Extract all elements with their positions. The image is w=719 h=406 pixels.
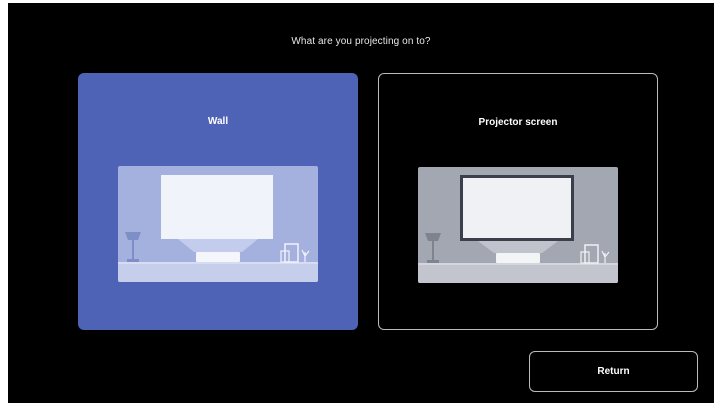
projector-screen-option-card[interactable]: Projector screen xyxy=(378,73,658,330)
return-button[interactable]: Return xyxy=(529,351,698,392)
projection-surface-screen: What are you projecting on to? Wall Proj… xyxy=(8,3,714,403)
dialog-prompt: What are you projecting on to? xyxy=(291,36,431,47)
projector-screen-illustration xyxy=(418,167,618,283)
projector-screen-option-label: Projector screen xyxy=(478,117,558,128)
wall-projection-illustration xyxy=(118,166,318,282)
wall-option-label: Wall xyxy=(207,116,229,127)
wall-option-card[interactable]: Wall xyxy=(78,73,358,330)
